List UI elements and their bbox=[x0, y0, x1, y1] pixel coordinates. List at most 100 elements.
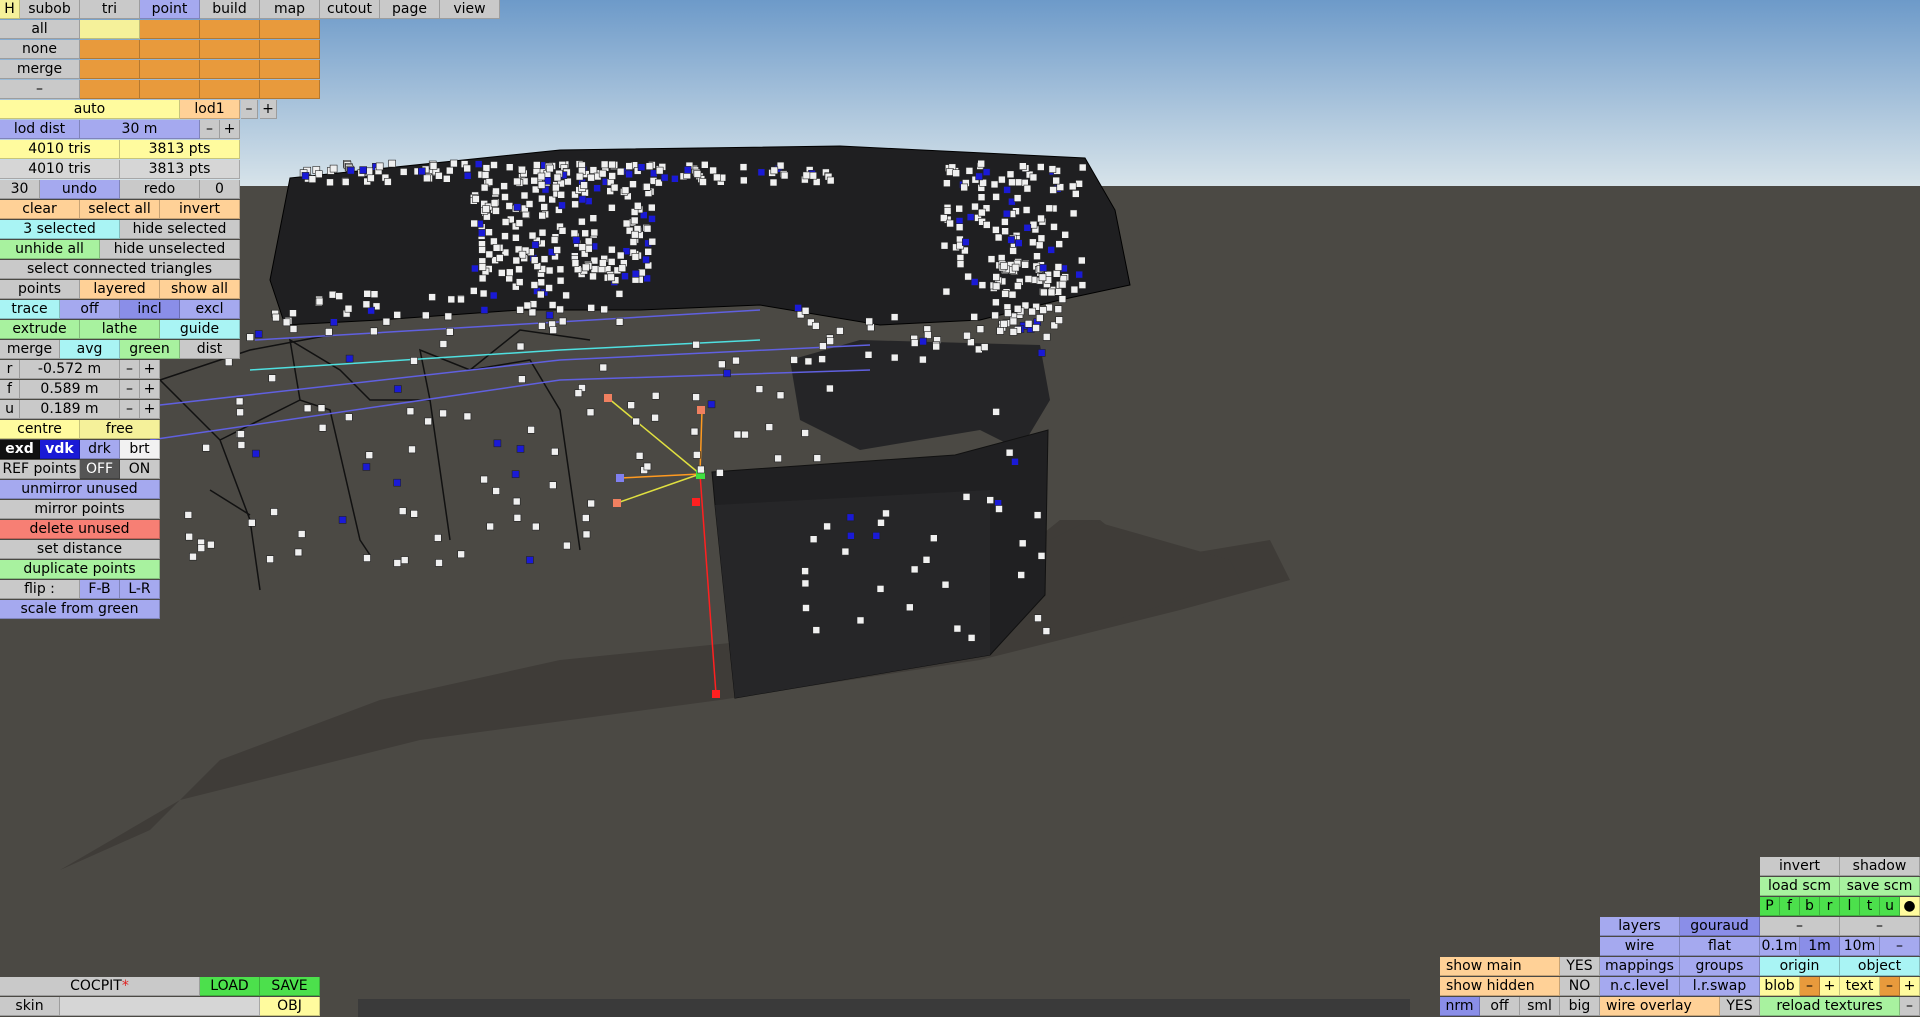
vertex-point[interactable] bbox=[398, 507, 407, 515]
show-all-button[interactable]: show all bbox=[160, 280, 240, 299]
vertex-point[interactable] bbox=[970, 313, 979, 321]
wire-overlay-toggle[interactable]: YES bbox=[1720, 997, 1760, 1016]
vertex-point[interactable] bbox=[584, 197, 593, 205]
vertex-point[interactable] bbox=[1072, 190, 1080, 198]
vertex-point[interactable] bbox=[978, 208, 986, 217]
merge-avg-button[interactable]: avg bbox=[60, 340, 120, 359]
vertex-point[interactable] bbox=[1042, 627, 1051, 635]
vertex-point[interactable] bbox=[627, 401, 636, 410]
vertex-point[interactable] bbox=[580, 181, 588, 189]
vertex-point[interactable] bbox=[794, 304, 802, 312]
mappings-button[interactable]: mappings bbox=[1600, 957, 1680, 976]
vertex-point[interactable] bbox=[546, 164, 554, 173]
vertex-point[interactable] bbox=[616, 167, 625, 176]
vertex-point[interactable] bbox=[308, 175, 317, 183]
vertex-point[interactable] bbox=[608, 172, 617, 180]
vertex-point[interactable] bbox=[393, 385, 402, 393]
vertex-point[interactable] bbox=[961, 238, 970, 246]
vertex-point[interactable] bbox=[406, 407, 415, 416]
vertex-point[interactable] bbox=[252, 449, 260, 458]
vertex-point[interactable] bbox=[819, 342, 827, 350]
vertex-point[interactable] bbox=[197, 544, 206, 552]
vertex-point[interactable] bbox=[608, 160, 616, 169]
flat-button[interactable]: flat bbox=[1680, 937, 1760, 956]
set-slot-5[interactable] bbox=[80, 40, 140, 59]
vertex-point[interactable] bbox=[607, 273, 615, 282]
vertex-point[interactable] bbox=[571, 200, 579, 209]
vertex-point[interactable] bbox=[501, 193, 509, 201]
vertex-point[interactable] bbox=[1002, 209, 1011, 218]
vertex-point[interactable] bbox=[362, 300, 371, 309]
vertex-point[interactable] bbox=[643, 224, 652, 233]
vertex-point[interactable] bbox=[408, 445, 416, 454]
vertex-point[interactable] bbox=[1021, 260, 1029, 269]
vertex-point[interactable] bbox=[515, 265, 523, 274]
vertex-point[interactable] bbox=[643, 462, 652, 471]
vertex-point[interactable] bbox=[992, 298, 1000, 307]
vertex-point[interactable] bbox=[315, 297, 324, 306]
vertex-point[interactable] bbox=[801, 306, 810, 315]
vertex-point[interactable] bbox=[511, 470, 520, 479]
vertex-point[interactable] bbox=[493, 439, 502, 448]
object-button[interactable]: object bbox=[1840, 957, 1920, 976]
coord-u-value[interactable]: 0.189 m bbox=[20, 400, 120, 419]
vertex-point[interactable] bbox=[642, 255, 650, 264]
vertex-point[interactable] bbox=[317, 404, 326, 413]
vertex-point[interactable] bbox=[450, 159, 458, 168]
vertex-point[interactable] bbox=[520, 191, 529, 200]
vertex-point[interactable] bbox=[492, 187, 500, 196]
vertex-point[interactable] bbox=[967, 634, 976, 642]
vertex-point[interactable] bbox=[303, 404, 312, 413]
vertex-point[interactable] bbox=[581, 229, 590, 238]
vertex-point[interactable] bbox=[755, 385, 764, 393]
vertex-point[interactable] bbox=[890, 313, 899, 321]
vertex-point[interactable] bbox=[469, 287, 478, 295]
vertex-point[interactable] bbox=[841, 547, 850, 556]
vertex-point[interactable] bbox=[1005, 448, 1014, 457]
vertex-point[interactable] bbox=[802, 171, 811, 180]
vertex-point[interactable] bbox=[512, 497, 521, 506]
normal-size-button[interactable]: nrm bbox=[1440, 997, 1480, 1016]
vertex-point[interactable] bbox=[590, 228, 599, 237]
vertex-point[interactable] bbox=[683, 166, 692, 174]
vertex-point[interactable] bbox=[563, 541, 571, 550]
vertex-point[interactable] bbox=[362, 463, 371, 471]
vertex-point[interactable] bbox=[631, 230, 639, 239]
vertex-point[interactable] bbox=[447, 295, 456, 304]
vertex-point[interactable] bbox=[530, 256, 539, 265]
vertex-point[interactable] bbox=[485, 250, 494, 259]
vertex-point[interactable] bbox=[558, 227, 567, 235]
lod-dist-plus[interactable]: + bbox=[220, 120, 240, 139]
vertex-point[interactable] bbox=[651, 413, 659, 422]
vertex-point[interactable] bbox=[648, 237, 657, 246]
view-l-button[interactable]: l bbox=[1840, 897, 1860, 916]
vertex-point[interactable] bbox=[1049, 186, 1057, 194]
big-size-button[interactable]: big bbox=[1560, 997, 1600, 1016]
select-all-button[interactable]: select all bbox=[80, 200, 160, 219]
vertex-point[interactable] bbox=[631, 269, 640, 278]
vertex-point[interactable] bbox=[692, 340, 700, 349]
vertex-point[interactable] bbox=[363, 289, 372, 298]
vertex-point[interactable] bbox=[966, 213, 975, 221]
vertex-point[interactable] bbox=[618, 264, 627, 273]
ref-points-on-button[interactable]: ON bbox=[120, 460, 160, 479]
vertex-point[interactable] bbox=[629, 238, 638, 246]
show-main-toggle[interactable]: YES bbox=[1560, 957, 1600, 976]
coord-r-plus[interactable]: + bbox=[140, 360, 160, 379]
tab-view[interactable]: view bbox=[440, 0, 500, 19]
vertex-point[interactable] bbox=[474, 160, 483, 168]
vertex-point[interactable] bbox=[600, 160, 609, 169]
vertex-point[interactable] bbox=[707, 400, 716, 409]
vertex-point[interactable] bbox=[1068, 182, 1077, 191]
vertex-point[interactable] bbox=[1037, 349, 1046, 357]
vertex-point[interactable] bbox=[1004, 309, 1012, 317]
vertex-point[interactable] bbox=[801, 579, 810, 588]
vertex-point[interactable] bbox=[1009, 328, 1018, 336]
obj-button[interactable]: OBJ bbox=[260, 997, 320, 1016]
vertex-point[interactable] bbox=[254, 330, 263, 338]
grid-10m-button[interactable]: 10m bbox=[1840, 937, 1880, 956]
vertex-point[interactable] bbox=[384, 178, 392, 186]
vertex-point[interactable] bbox=[980, 343, 989, 351]
lathe-button[interactable]: lathe bbox=[80, 320, 160, 339]
vertex-point[interactable] bbox=[1039, 306, 1047, 314]
